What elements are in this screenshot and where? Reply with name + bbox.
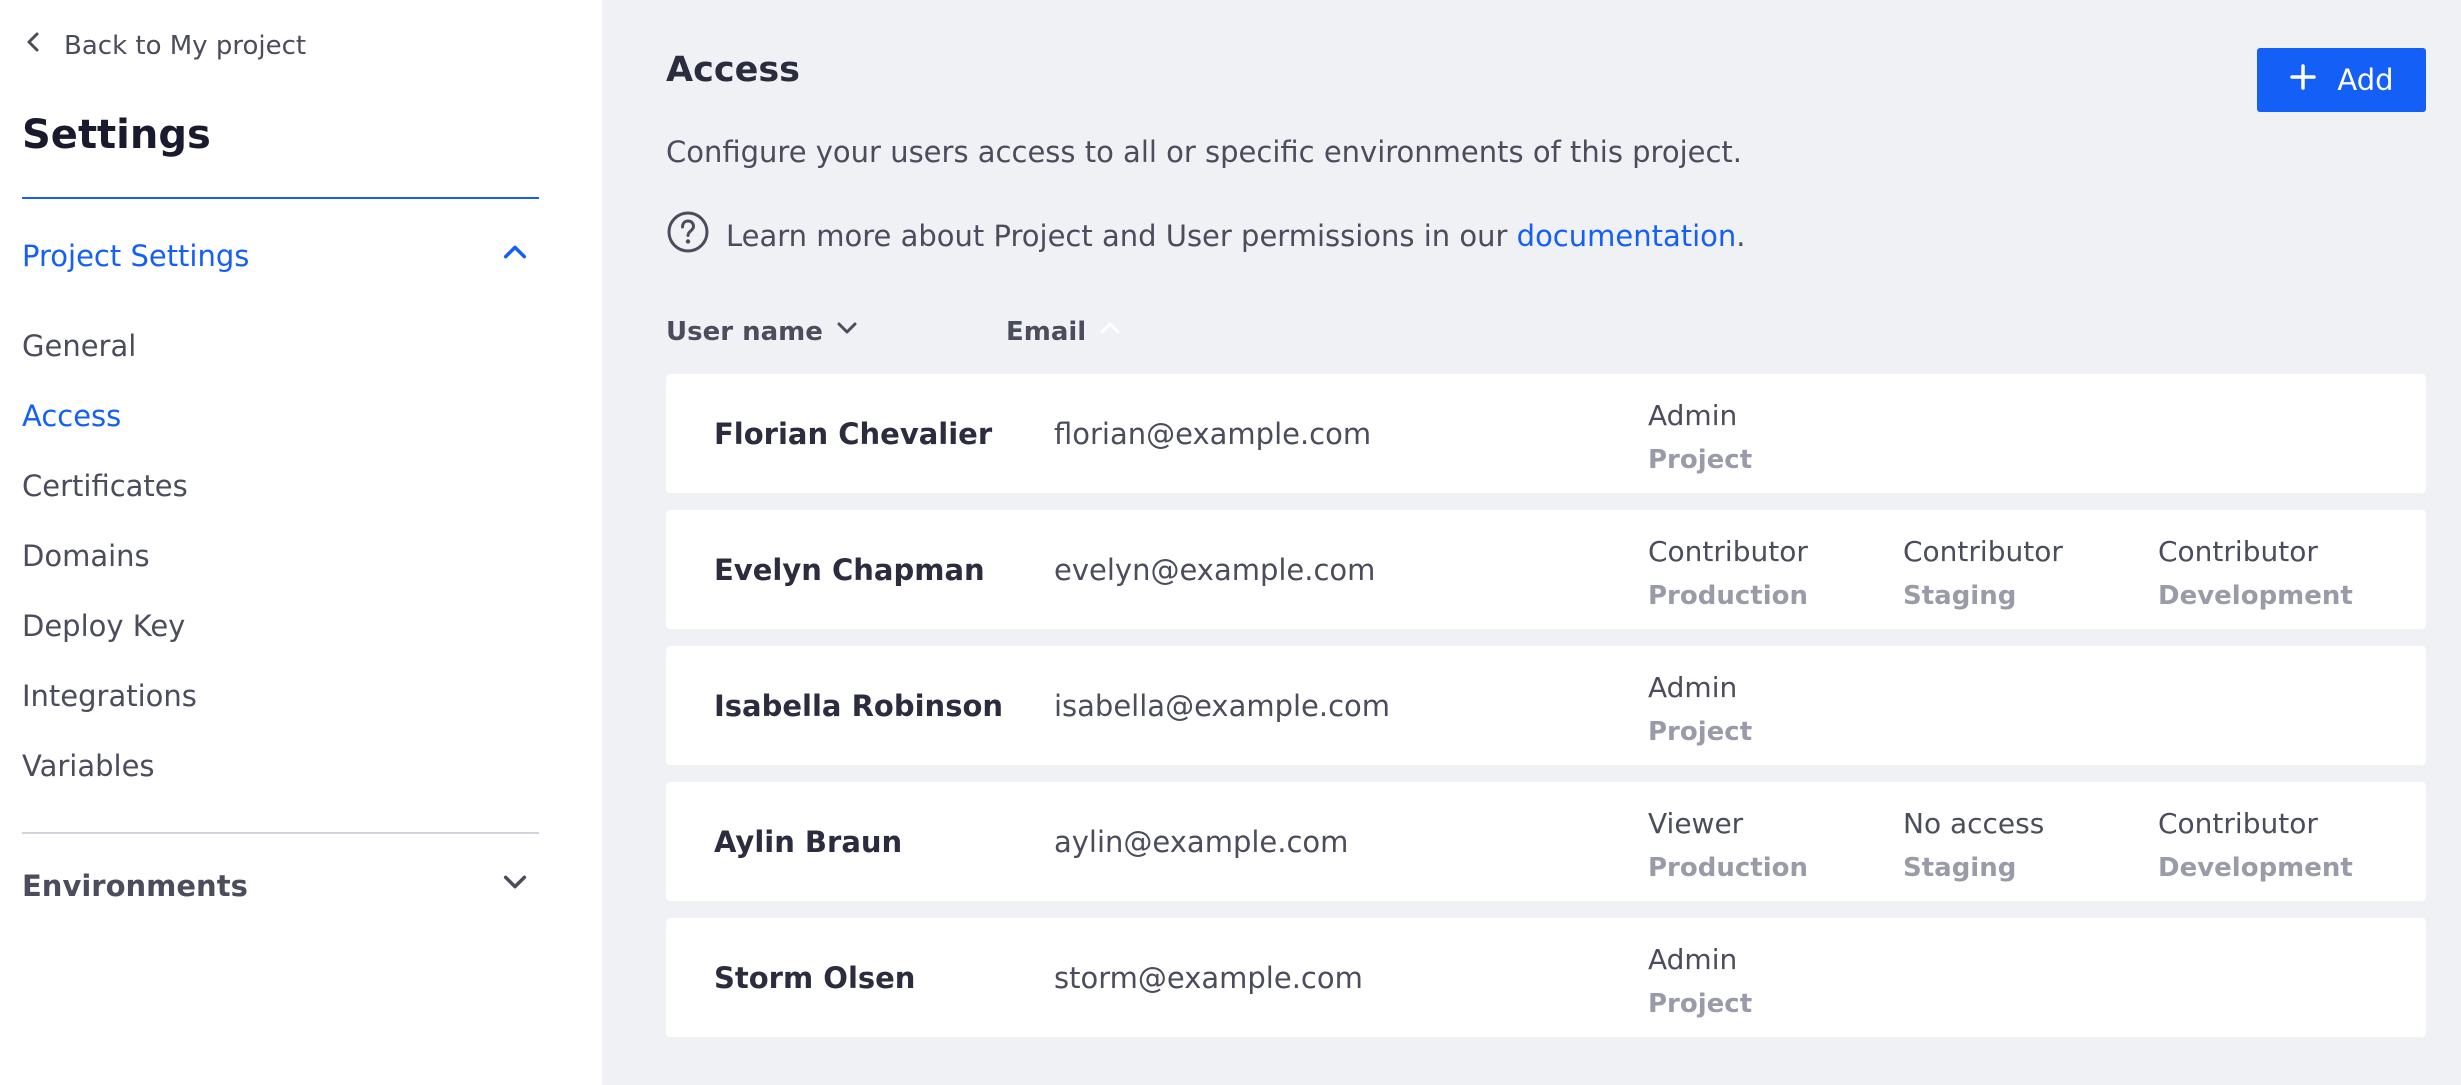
documentation-link[interactable]: documentation: [1517, 219, 1737, 253]
table-row[interactable]: Aylin Braun aylin@example.com Viewer Pro…: [666, 782, 2426, 901]
add-user-button[interactable]: Add: [2257, 48, 2426, 112]
main-content: Access Add Configure your users access t…: [602, 0, 2461, 1085]
chevron-left-icon: [22, 30, 46, 61]
sidebar-item-certificates[interactable]: Certificates: [22, 460, 197, 530]
user-name: Florian Chevalier: [714, 416, 993, 451]
permission-role: Contributor: [1903, 535, 2063, 568]
permission-scope: Staging: [1903, 581, 2017, 611]
permission: Contributor Development: [2158, 802, 2353, 890]
help-text-label: Learn more about Project and User permis…: [726, 218, 1508, 253]
permission-scope: Project: [1648, 445, 1753, 475]
table-row[interactable]: Evelyn Chapman evelyn@example.com Contri…: [666, 510, 2426, 629]
permission: Contributor Development: [2158, 530, 2353, 618]
sidebar-item-integrations[interactable]: Integrations: [22, 670, 197, 740]
permission: Contributor Staging: [1903, 530, 2063, 618]
user-name: Evelyn Chapman: [714, 552, 985, 587]
page-description: Configure your users access to all or sp…: [666, 135, 1743, 169]
table-row[interactable]: Storm Olsen storm@example.com Admin Proj…: [666, 918, 2426, 1037]
permission: Admin Project: [1648, 666, 1752, 754]
user-email: storm@example.com: [1054, 960, 1363, 995]
user-name: Isabella Robinson: [714, 688, 1004, 723]
user-name: Storm Olsen: [714, 960, 916, 995]
username-header-label: User name: [666, 316, 823, 347]
permission: No access Staging: [1903, 802, 2044, 890]
user-name: Aylin Braun: [714, 824, 903, 859]
back-to-project-link[interactable]: Back to My project: [22, 30, 306, 61]
sidebar: Back to My project Settings Project Sett…: [0, 0, 602, 1085]
project-settings-toggle[interactable]: Project Settings: [22, 238, 539, 273]
sidebar-item-general[interactable]: General: [22, 320, 197, 390]
user-email: evelyn@example.com: [1054, 552, 1376, 587]
permission-role: No access: [1903, 807, 2045, 840]
email-header-label: Email: [1006, 316, 1087, 347]
permission-role: Contributor: [2158, 535, 2318, 568]
sidebar-item-variables[interactable]: Variables: [22, 740, 197, 810]
column-header-username[interactable]: User name: [666, 316, 859, 347]
permission-role: Admin: [1648, 943, 1738, 976]
add-button-label: Add: [2337, 63, 2394, 97]
user-email: aylin@example.com: [1054, 824, 1349, 859]
sidebar-item-deploy-key[interactable]: Deploy Key: [22, 600, 197, 670]
permission-role: Contributor: [1648, 535, 1808, 568]
table-row[interactable]: Isabella Robinson isabella@example.com A…: [666, 646, 2426, 765]
permission-scope: Staging: [1903, 853, 2017, 883]
permission-scope: Development: [2158, 581, 2353, 611]
help-text: Learn more about Project and User permis…: [726, 219, 1746, 253]
settings-title: Settings: [22, 112, 211, 158]
permission: Viewer Production: [1648, 802, 1808, 890]
permission: Contributor Production: [1648, 530, 1808, 618]
permission-scope: Project: [1648, 989, 1753, 1019]
permission-scope: Production: [1648, 853, 1808, 883]
user-email: isabella@example.com: [1054, 688, 1391, 723]
chevron-down-icon: [501, 868, 539, 903]
user-email: florian@example.com: [1054, 416, 1372, 451]
permission-role: Admin: [1648, 399, 1738, 432]
project-settings-nav: General Access Certificates Domains Depl…: [22, 320, 197, 810]
permission-role: Contributor: [2158, 807, 2318, 840]
section-divider: [22, 832, 539, 834]
table-header: User name Email: [666, 316, 2426, 350]
page-title: Access: [666, 50, 800, 90]
permission-scope: Development: [2158, 853, 2353, 883]
project-settings-label: Project Settings: [22, 238, 250, 273]
sidebar-item-domains[interactable]: Domains: [22, 530, 197, 600]
permission-role: Admin: [1648, 671, 1738, 704]
help-line: Learn more about Project and User permis…: [666, 210, 1746, 261]
chevron-up-icon: [501, 238, 539, 273]
permission: Admin Project: [1648, 394, 1752, 482]
question-circle-icon: [666, 210, 710, 261]
permission-scope: Project: [1648, 717, 1753, 747]
permission: Admin Project: [1648, 938, 1752, 1026]
title-divider: [22, 197, 539, 199]
table-row[interactable]: Florian Chevalier florian@example.com Ad…: [666, 374, 2426, 493]
column-header-email[interactable]: Email: [1006, 316, 1122, 347]
help-text-suffix: .: [1736, 218, 1746, 253]
plus-icon: [2289, 63, 2317, 98]
chevron-down-icon: [835, 316, 859, 347]
environments-toggle[interactable]: Environments: [22, 868, 539, 903]
sidebar-item-access[interactable]: Access: [22, 390, 197, 460]
back-link-label: Back to My project: [64, 30, 307, 61]
chevron-up-icon: [1098, 316, 1122, 347]
user-table: Florian Chevalier florian@example.com Ad…: [666, 374, 2426, 1054]
permission-role: Viewer: [1648, 807, 1744, 840]
permission-scope: Production: [1648, 581, 1808, 611]
environments-label: Environments: [22, 868, 248, 903]
